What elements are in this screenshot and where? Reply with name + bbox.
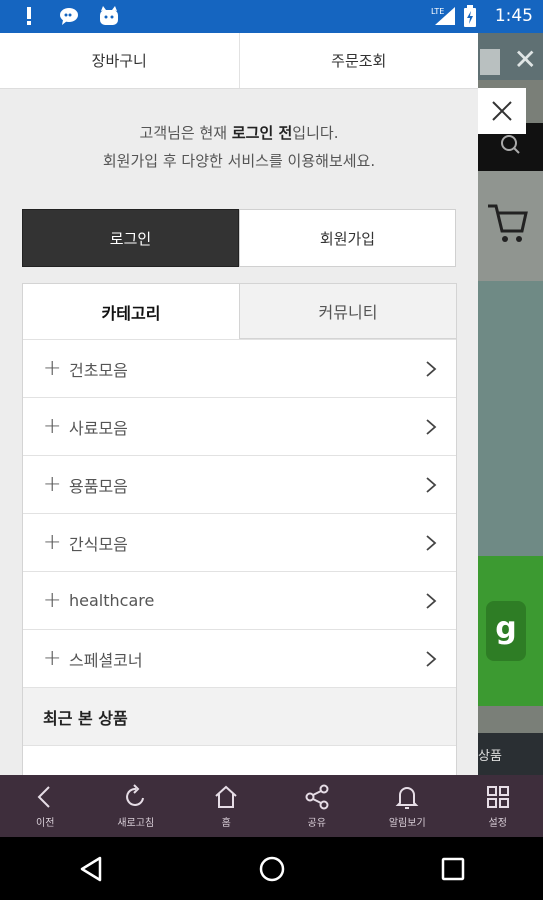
grid-icon — [486, 785, 509, 808]
category-label: 사료모음 — [69, 418, 128, 438]
background-badge: g — [486, 601, 526, 661]
refresh-label: 새로고침 — [117, 817, 155, 829]
background-green-banner: g — [478, 556, 543, 706]
bell-icon — [395, 786, 419, 809]
cart-link[interactable]: 장바구니 — [0, 33, 240, 88]
tab-community[interactable]: 커뮤니티 — [239, 284, 456, 339]
notifications-button[interactable]: 알림보기 — [362, 775, 453, 837]
plus-icon: + — [43, 472, 62, 497]
category-tabs: 카테고리 커뮤니티 — [23, 284, 456, 339]
android-nav-bar — [0, 837, 543, 900]
category-label: 건초모음 — [69, 360, 128, 380]
drawer-top-nav: 장바구니 주문조회 — [0, 33, 478, 89]
refresh-icon — [125, 783, 144, 806]
category-panel: 카테고리 커뮤니티 + 건초모음 + 사료모음 + 용품모음 + 간식모음 + … — [22, 283, 457, 775]
lte-signal-icon: LTE — [431, 5, 455, 27]
recent-products-heading: 최근 본 상품 — [23, 687, 456, 745]
clock: 1:45 — [494, 6, 533, 26]
tab-category[interactable]: 카테고리 — [23, 284, 239, 339]
plus-icon: + — [43, 530, 62, 555]
order-lookup-link[interactable]: 주문조회 — [240, 33, 479, 88]
nav-back-icon[interactable] — [76, 854, 106, 884]
settings-button[interactable]: 설정 — [453, 775, 543, 837]
nav-recents-icon[interactable] — [438, 854, 468, 884]
message-prefix: 고객님은 현재 — [139, 124, 232, 142]
background-banner — [478, 281, 543, 556]
chevron-right-icon — [426, 477, 437, 493]
back-label: 이전 — [36, 817, 55, 829]
battery-icon — [463, 5, 485, 27]
category-item[interactable]: + 스페셜코너 — [23, 629, 456, 687]
category-label: 간식모음 — [69, 534, 128, 554]
login-button[interactable]: 로그인 — [22, 209, 239, 267]
home-button[interactable]: 홈 — [181, 775, 272, 837]
background-cart — [478, 171, 543, 281]
category-label: 용품모음 — [69, 476, 128, 496]
close-icon — [492, 101, 512, 121]
auth-buttons: 로그인 회원가입 — [22, 209, 456, 267]
svg-text:LTE: LTE — [431, 7, 444, 16]
chevron-right-icon — [426, 651, 437, 667]
refresh-button[interactable]: 새로고침 — [91, 775, 182, 837]
background-bottom-text: 상품 — [478, 749, 502, 764]
chat-icon — [58, 5, 80, 27]
side-drawer: 장바구니 주문조회 고객님은 현재 로그인 전입니다. 회원가입 후 다양한 서… — [0, 33, 478, 775]
notifications-label: 알림보기 — [388, 817, 426, 829]
cart-icon — [488, 204, 528, 242]
bottom-toolbar: 이전 새로고침 홈 공유 알림보기 설정 — [0, 775, 543, 837]
category-item[interactable]: + 간식모음 — [23, 513, 456, 571]
plus-icon: + — [43, 414, 62, 439]
nav-home-icon[interactable] — [257, 854, 287, 884]
alert-icon — [18, 5, 40, 27]
message-bold: 로그인 전 — [231, 124, 293, 142]
background-bottom-label: 상품 — [478, 733, 543, 775]
settings-label: 설정 — [488, 817, 507, 829]
share-label: 공유 — [307, 817, 326, 829]
status-bar: LTE 1:45 — [0, 0, 543, 33]
app-icon — [98, 5, 120, 27]
login-area: 고객님은 현재 로그인 전입니다. 회원가입 후 다양한 서비스를 이용해보세요… — [0, 89, 478, 267]
chevron-right-icon — [426, 593, 437, 609]
category-item[interactable]: + healthcare — [23, 571, 456, 629]
home-icon — [215, 785, 237, 808]
close-drawer-button[interactable] — [478, 88, 526, 134]
plus-icon: + — [43, 646, 62, 671]
share-button[interactable]: 공유 — [272, 775, 363, 837]
login-message: 고객님은 현재 로그인 전입니다. 회원가입 후 다양한 서비스를 이용해보세요… — [0, 89, 478, 209]
category-item[interactable]: + 건초모음 — [23, 339, 456, 397]
recent-products-list — [23, 745, 456, 775]
category-item[interactable]: + 사료모음 — [23, 397, 456, 455]
chevron-right-icon — [426, 535, 437, 551]
chevron-right-icon — [426, 419, 437, 435]
chevron-right-icon — [426, 361, 437, 377]
category-label: healthcare — [69, 591, 155, 610]
background-header: ✕ — [478, 33, 543, 80]
plus-icon: + — [43, 588, 62, 613]
back-button[interactable]: 이전 — [0, 775, 91, 837]
category-item[interactable]: + 용품모음 — [23, 455, 456, 513]
plus-icon: + — [43, 356, 62, 381]
background-close-icon: ✕ — [513, 43, 537, 76]
message-suffix: 입니다. — [292, 124, 339, 142]
home-label: 홈 — [221, 817, 231, 829]
signup-button[interactable]: 회원가입 — [239, 209, 456, 267]
back-icon — [37, 785, 50, 808]
category-label: 스페셜코너 — [69, 650, 143, 670]
message-line2: 회원가입 후 다양한 서비스를 이용해보세요. — [102, 152, 376, 170]
background-square — [480, 49, 500, 75]
share-icon — [305, 784, 329, 809]
